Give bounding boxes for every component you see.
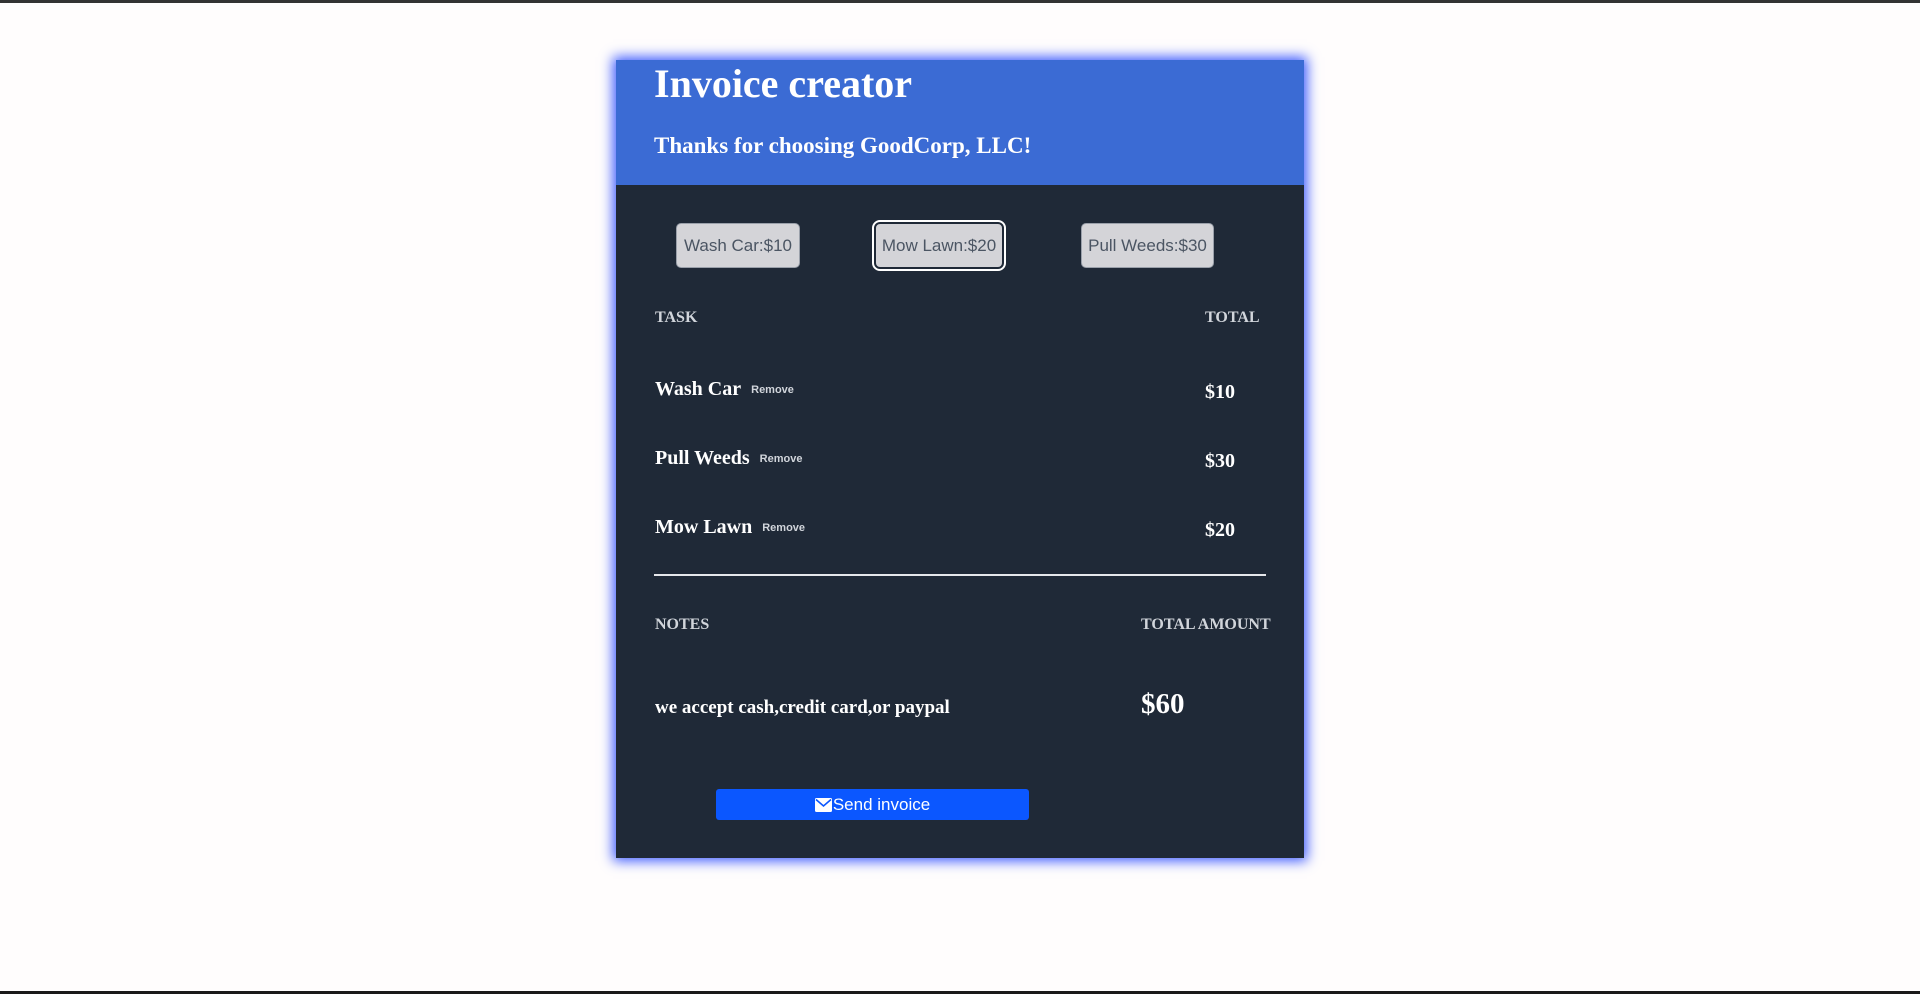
task-column-header: TASK	[655, 309, 698, 326]
remove-link[interactable]: Remove	[751, 384, 794, 396]
task-name: Pull Weeds	[655, 447, 750, 469]
remove-link[interactable]: Remove	[762, 522, 805, 534]
table-divider	[654, 574, 1266, 576]
invoice-header: Invoice creator Thanks for choosing Good…	[616, 60, 1304, 185]
wash-car-button[interactable]: Wash Car:$10	[676, 223, 800, 268]
page-title: Invoice creator	[654, 61, 913, 106]
total-amount-value: $60	[1141, 688, 1185, 720]
invoice-card: Invoice creator Thanks for choosing Good…	[616, 60, 1304, 858]
envelope-icon	[814, 797, 832, 812]
send-invoice-button[interactable]: Send invoice	[716, 789, 1029, 820]
total-column-header: TOTAL	[1205, 309, 1260, 326]
send-invoice-label: Send invoice	[832, 794, 931, 814]
total-amount-header: TOTAL AMOUNT	[1141, 616, 1271, 633]
remove-link[interactable]: Remove	[760, 453, 803, 465]
table-row: Pull Weeds Remove	[655, 446, 802, 471]
task-total: $30	[1205, 450, 1235, 472]
task-name: Mow Lawn	[655, 516, 753, 538]
task-total: $10	[1205, 381, 1235, 403]
page-subtitle: Thanks for choosing GoodCorp, LLC!	[654, 133, 1032, 158]
pull-weeds-button[interactable]: Pull Weeds:$30	[1081, 223, 1214, 268]
mow-lawn-button[interactable]: Mow Lawn:$20	[872, 220, 1006, 271]
notes-text: we accept cash,credit card,or paypal	[655, 697, 950, 718]
table-row: Mow Lawn Remove	[655, 515, 805, 540]
window-top-edge	[0, 0, 1920, 3]
table-row: Wash Car Remove	[655, 377, 794, 402]
task-total: $20	[1205, 519, 1235, 541]
notes-header: NOTES	[655, 616, 710, 633]
task-name: Wash Car	[655, 378, 742, 400]
